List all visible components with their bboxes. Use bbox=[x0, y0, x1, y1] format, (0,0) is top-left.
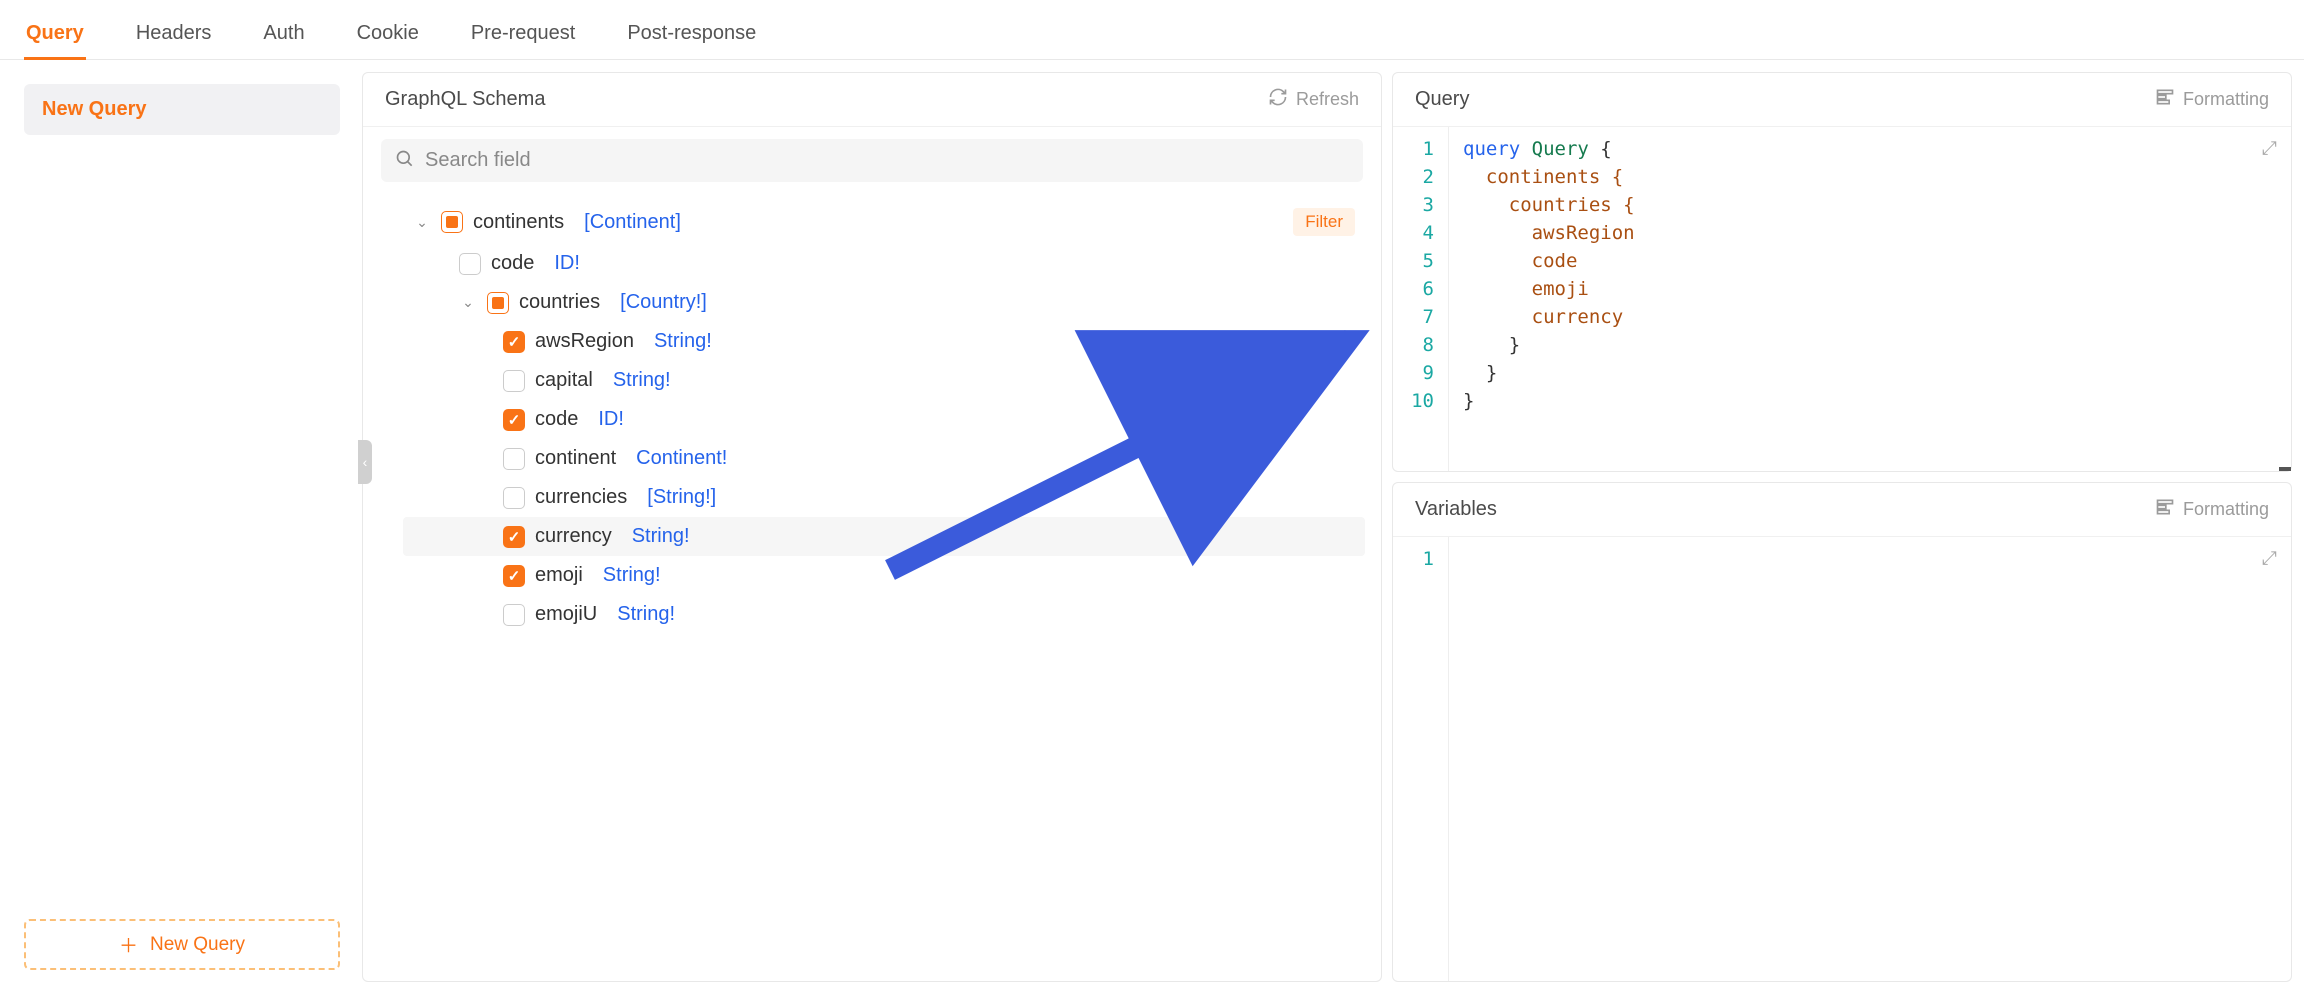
field-name: emojiU bbox=[535, 603, 597, 626]
field-type: String! bbox=[632, 525, 690, 548]
tab-headers[interactable]: Headers bbox=[134, 12, 214, 59]
field-name: continent bbox=[535, 447, 616, 470]
field-type: String! bbox=[617, 603, 675, 626]
editor-column: Query Formatting 12345678910 query Query… bbox=[1392, 72, 2292, 982]
checkbox[interactable] bbox=[487, 292, 509, 314]
field-row-code[interactable]: code ID! bbox=[403, 244, 1365, 283]
checkbox[interactable]: ✓ bbox=[503, 565, 525, 587]
schema-tree: ⌄ continents [Continent] Filter code ID! ⌄ coun… bbox=[363, 194, 1381, 981]
field-row-code[interactable]: ✓ code ID! bbox=[403, 400, 1365, 439]
format-icon bbox=[2155, 87, 2175, 112]
checkbox[interactable]: ✓ bbox=[503, 409, 525, 431]
chevron-left-icon: ‹ bbox=[363, 454, 368, 470]
field-row-currency[interactable]: ✓ currency String! bbox=[403, 517, 1365, 556]
field-type: String! bbox=[603, 564, 661, 587]
field-type: [Continent] bbox=[584, 211, 681, 234]
refresh-icon bbox=[1268, 87, 1288, 112]
schema-title: GraphQL Schema bbox=[385, 88, 545, 111]
field-name: emoji bbox=[535, 564, 583, 587]
sidebar-collapse-handle[interactable]: ‹ bbox=[358, 440, 372, 484]
field-type: Continent! bbox=[636, 447, 727, 470]
schema-search[interactable] bbox=[381, 139, 1363, 182]
field-row-continent[interactable]: continent Continent! bbox=[403, 439, 1365, 478]
checkbox[interactable] bbox=[503, 604, 525, 626]
checkbox[interactable] bbox=[503, 448, 525, 470]
request-tabs: Query Headers Auth Cookie Pre-request Post-re… bbox=[0, 0, 2304, 60]
variables-formatting-label: Formatting bbox=[2183, 499, 2269, 520]
tab-auth[interactable]: Auth bbox=[261, 12, 306, 59]
field-type: ID! bbox=[598, 408, 624, 431]
field-row-awsregion[interactable]: ✓ awsRegion String! bbox=[403, 322, 1365, 361]
field-row-currencies[interactable]: currencies [String!] bbox=[403, 478, 1365, 517]
field-type: String! bbox=[654, 330, 712, 353]
checkbox[interactable]: ✓ bbox=[503, 526, 525, 548]
query-formatting-label: Formatting bbox=[2183, 89, 2269, 110]
field-name: code bbox=[491, 252, 534, 275]
new-query-label: New Query bbox=[150, 934, 245, 956]
plus-icon: ＋ bbox=[119, 931, 138, 958]
sidebar-item-current-query[interactable]: New Query bbox=[24, 84, 340, 135]
refresh-label: Refresh bbox=[1296, 89, 1359, 110]
field-type: [String!] bbox=[647, 486, 716, 509]
query-editor[interactable]: 12345678910 query Query { continents { c… bbox=[1393, 127, 2291, 471]
field-row-capital[interactable]: capital String! bbox=[403, 361, 1365, 400]
tab-pre-request[interactable]: Pre-request bbox=[469, 12, 578, 59]
filter-badge[interactable]: Filter bbox=[1293, 208, 1355, 236]
field-type: String! bbox=[613, 369, 671, 392]
search-icon bbox=[395, 149, 415, 172]
expand-icon[interactable]: ⤢ bbox=[2262, 137, 2277, 159]
query-editor-title: Query bbox=[1415, 88, 1469, 111]
schema-search-input[interactable] bbox=[425, 149, 1349, 172]
query-formatting-button[interactable]: Formatting bbox=[2155, 87, 2269, 112]
expand-icon[interactable]: ⤢ bbox=[2262, 547, 2277, 569]
schema-header: GraphQL Schema Refresh bbox=[363, 73, 1381, 127]
field-name: code bbox=[535, 408, 578, 431]
field-name: countries bbox=[519, 291, 600, 314]
new-query-button[interactable]: ＋ New Query bbox=[24, 919, 340, 970]
field-row-emojiu[interactable]: emojiU String! bbox=[403, 595, 1365, 634]
checkbox[interactable] bbox=[503, 370, 525, 392]
variables-line-gutter: 1 bbox=[1393, 537, 1449, 981]
variables-formatting-button[interactable]: Formatting bbox=[2155, 497, 2269, 522]
main: New Query ＋ New Query ‹ GraphQL Schema R… bbox=[0, 60, 2304, 994]
field-row-continents[interactable]: ⌄ continents [Continent] Filter bbox=[403, 200, 1365, 244]
field-name: capital bbox=[535, 369, 593, 392]
tab-post-response[interactable]: Post-response bbox=[625, 12, 758, 59]
field-name: currency bbox=[535, 525, 612, 548]
field-row-emoji[interactable]: ✓ emoji String! bbox=[403, 556, 1365, 595]
field-name: continents bbox=[473, 211, 564, 234]
query-line-gutter: 12345678910 bbox=[1393, 127, 1449, 471]
query-editor-panel: Query Formatting 12345678910 query Query… bbox=[1392, 72, 2292, 472]
format-icon bbox=[2155, 497, 2175, 522]
checkbox[interactable] bbox=[459, 253, 481, 275]
tab-query[interactable]: Query bbox=[24, 12, 86, 59]
checkbox[interactable] bbox=[441, 211, 463, 233]
field-type: ID! bbox=[554, 252, 580, 275]
variables-panel: Variables Formatting 1 ⤢ bbox=[1392, 482, 2292, 982]
field-name: currencies bbox=[535, 486, 627, 509]
tab-cookie[interactable]: Cookie bbox=[355, 12, 421, 59]
field-type: [Country!] bbox=[620, 291, 707, 314]
resize-handle[interactable] bbox=[2279, 467, 2291, 471]
field-row-countries[interactable]: ⌄ countries [Country!] bbox=[403, 283, 1365, 322]
variables-title: Variables bbox=[1415, 498, 1497, 521]
checkbox[interactable]: ✓ bbox=[503, 331, 525, 353]
chevron-down-icon[interactable]: ⌄ bbox=[459, 294, 477, 311]
refresh-button[interactable]: Refresh bbox=[1268, 87, 1359, 112]
chevron-down-icon[interactable]: ⌄ bbox=[413, 214, 431, 231]
checkbox[interactable] bbox=[503, 487, 525, 509]
field-name: awsRegion bbox=[535, 330, 634, 353]
variables-editor[interactable]: 1 ⤢ bbox=[1393, 537, 2291, 981]
query-sidebar: New Query ＋ New Query bbox=[12, 72, 352, 982]
schema-panel: GraphQL Schema Refresh ⌄ continents [Conti… bbox=[362, 72, 1382, 982]
